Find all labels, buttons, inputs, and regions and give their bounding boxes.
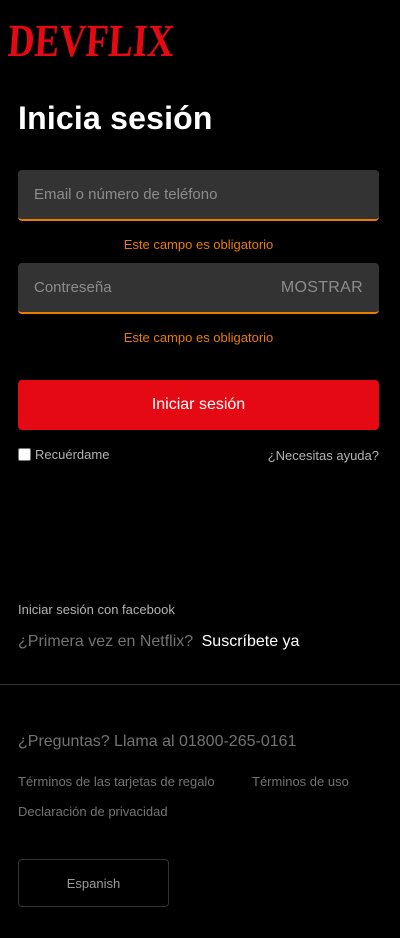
help-link[interactable]: ¿Necesitas ayuda? (268, 448, 379, 463)
email-field[interactable]: Email o número de teléfono (18, 170, 379, 221)
footer-link-terms[interactable]: Términos de uso (252, 774, 349, 789)
language-selector[interactable]: Espanish (18, 859, 169, 907)
email-placeholder: Email o número de teléfono (34, 186, 218, 203)
facebook-login-link[interactable]: Iniciar sesión con facebook (18, 602, 175, 617)
remember-checkbox[interactable] (18, 448, 31, 461)
password-error: Este campo es obligatorio (123, 330, 274, 345)
footer-questions: ¿Preguntas? Llama al 01800-265-0161 (18, 733, 297, 750)
signup-prompt-text: ¿Primera vez en Netflix? (18, 633, 194, 650)
signup-link[interactable]: Suscríbete ya (202, 633, 300, 650)
footer-link-privacy[interactable]: Declaración de privacidad (18, 804, 168, 819)
remember-label: Recuérdame (35, 447, 110, 462)
password-placeholder: Contreseña (34, 279, 112, 296)
footer-divider (0, 684, 400, 685)
signup-prompt: ¿Primera vez en Netflix? Suscríbete ya (18, 633, 299, 651)
logo-text: DEVFLIX (8, 15, 176, 66)
page-title: Inicia sesión (18, 100, 213, 136)
sign-in-button[interactable]: Iniciar sesión (18, 380, 379, 430)
password-field[interactable]: Contreseña MOSTRAR (18, 263, 379, 314)
show-password-button[interactable]: MOSTRAR (281, 279, 363, 297)
footer-link-gift-cards[interactable]: Términos de las tarjetas de regalo (18, 774, 215, 789)
email-error: Este campo es obligatorio (123, 237, 274, 252)
remember-me[interactable]: Recuérdame (18, 447, 109, 462)
devflix-logo[interactable]: DEVFLIX (8, 14, 180, 68)
